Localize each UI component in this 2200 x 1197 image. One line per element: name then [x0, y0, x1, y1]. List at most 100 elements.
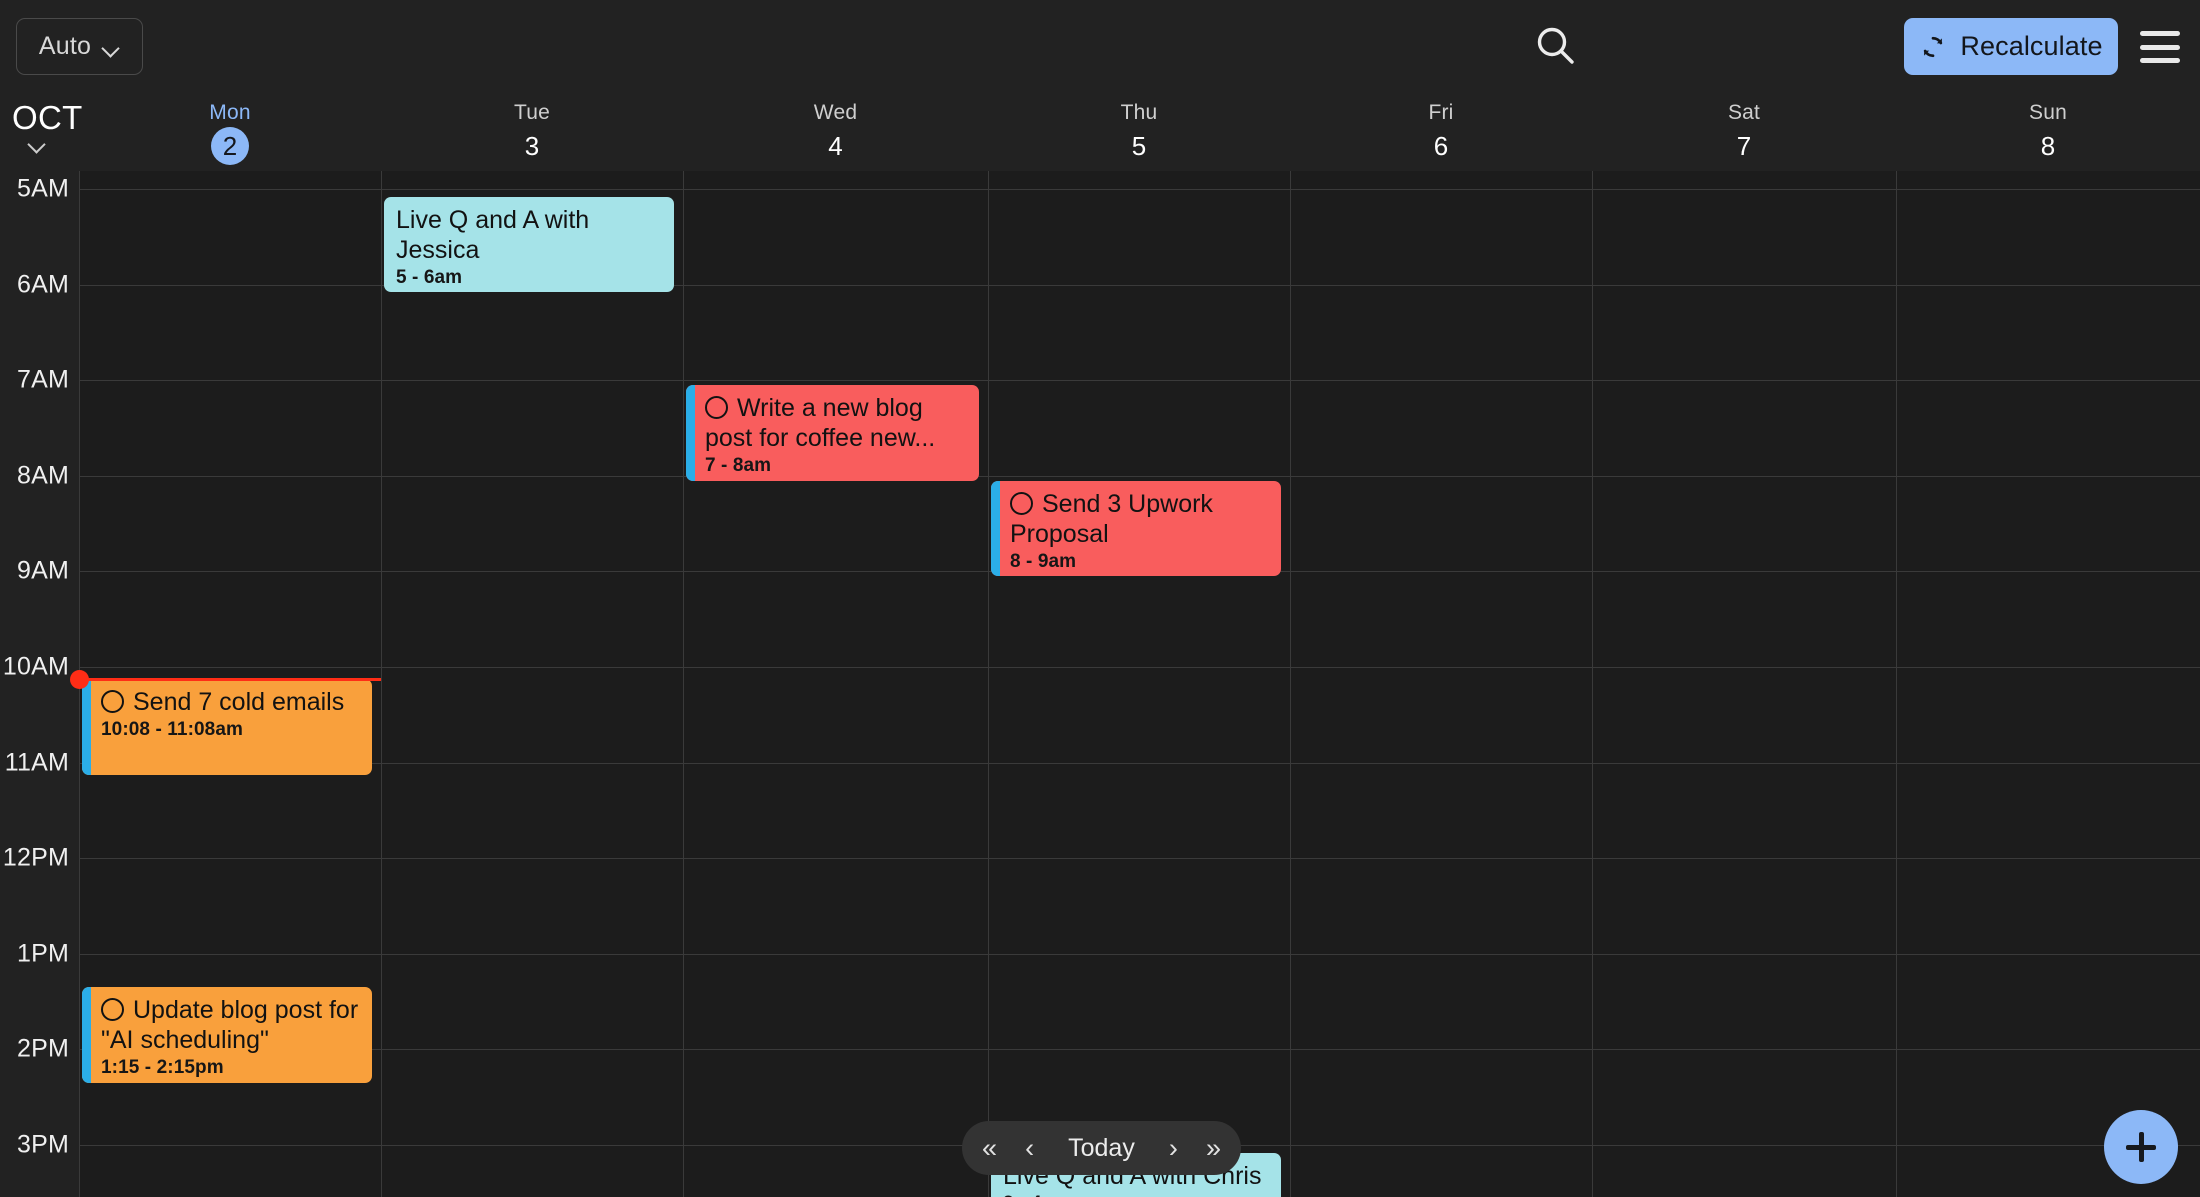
hour-label: 1PM — [16, 939, 69, 968]
task-checkbox-icon[interactable] — [705, 395, 728, 419]
day-column-divider — [381, 171, 382, 1197]
current-time-line — [79, 677, 381, 681]
event-title: Live Q and A with Jessica — [396, 205, 664, 265]
day-header-thu[interactable]: Thu 5 — [988, 94, 1290, 171]
hour-gridline — [79, 189, 2200, 190]
recalculate-label: Recalculate — [1960, 31, 2103, 61]
event-title-text: Write a new blog post for coffee new... — [705, 393, 936, 452]
day-number: 4 — [828, 131, 843, 161]
event-title: Update blog post for "AI scheduling" — [101, 995, 362, 1055]
day-of-week-label: Fri — [1428, 101, 1454, 124]
calendar-event[interactable]: Update blog post for "AI scheduling" 1:15… — [82, 987, 372, 1083]
task-checkbox-icon[interactable] — [101, 690, 124, 714]
task-checkbox-icon[interactable] — [101, 998, 124, 1022]
event-time: 1:15 - 2:15pm — [101, 1057, 224, 1079]
event-accent-bar — [82, 987, 91, 1083]
day-header-row: OCT Mon 2 Tue 3 Wed 4 Thu 5 Fri 6 Sat 7 Sun 8 — [0, 94, 2200, 171]
day-number: 6 — [1433, 131, 1449, 161]
event-title: Send 7 cold emails — [101, 687, 362, 717]
event-accent-bar — [82, 679, 91, 776]
hamburger-line — [2140, 31, 2180, 36]
add-event-button[interactable] — [2104, 1110, 2178, 1184]
day-of-week-label: Sun — [2029, 101, 2067, 124]
day-column-divider — [1896, 171, 1897, 1197]
event-title-text: Send 3 Upwork Proposal — [1010, 489, 1213, 548]
event-title-text: Live Q and A with Jessica — [396, 205, 590, 264]
day-number: 5 — [1131, 131, 1147, 161]
event-time: 3 - 4pm — [1003, 1192, 1271, 1197]
current-time-dot — [70, 669, 89, 689]
refresh-icon — [1924, 36, 1943, 57]
event-time: 10:08 - 11:08am — [101, 719, 243, 741]
day-number: 3 — [524, 131, 540, 161]
day-of-week-label: Tue — [513, 101, 550, 124]
event-title: Send 3 Upwork Proposal — [1010, 489, 1271, 549]
jump-first-button[interactable]: « — [982, 1134, 997, 1162]
chevron-down-icon — [103, 42, 120, 52]
day-column-divider — [1290, 171, 1291, 1197]
hour-gridline — [79, 475, 2200, 477]
auto-mode-label: Auto — [38, 32, 92, 60]
calendar-event[interactable]: Write a new blog post for coffee new... 7… — [686, 384, 979, 481]
hour-label: 8AM — [16, 461, 69, 490]
hour-label: 10AM — [2, 652, 69, 681]
hour-label: 12PM — [2, 843, 69, 872]
event-title-text: Update blog post for "AI scheduling" — [101, 996, 359, 1055]
event-accent-bar — [991, 480, 1000, 577]
jump-last-button[interactable]: » — [1206, 1134, 1221, 1162]
time-gutter: 5AM 6AM 7AM 8AM 9AM 10AM 11AM 12PM 1PM 2PM 3PM — [0, 171, 79, 1197]
calendar-event[interactable]: Live Q and A with Jessica 5 - 6am — [384, 196, 674, 293]
previous-button[interactable]: ‹ — [1025, 1134, 1034, 1162]
hamburger-line — [2140, 58, 2180, 63]
event-title-text: Send 7 cold emails — [133, 688, 345, 717]
day-column-divider — [988, 171, 989, 1197]
task-checkbox-icon[interactable] — [1010, 491, 1033, 515]
top-toolbar: Auto Recalculate — [0, 0, 2200, 94]
hour-label: 11AM — [4, 748, 69, 777]
day-header-fri[interactable]: Fri 6 — [1290, 94, 1592, 171]
hamburger-menu-icon[interactable] — [2140, 31, 2180, 63]
event-title: Write a new blog post for coffee new... — [705, 393, 969, 453]
day-column-divider — [683, 171, 684, 1197]
calendar-navigation: « ‹ Today › » — [962, 1121, 1241, 1175]
day-of-week-label: Wed — [813, 101, 858, 124]
event-time: 5 - 6am — [396, 266, 463, 288]
today-button[interactable]: Today — [1062, 1135, 1141, 1161]
hour-label: 9AM — [16, 556, 69, 585]
hour-gridline — [79, 667, 2200, 668]
day-of-week-label: Thu — [1120, 101, 1158, 124]
hour-gridline — [79, 380, 2200, 382]
hour-gridline — [79, 1049, 2200, 1051]
auto-mode-dropdown[interactable]: Auto — [16, 18, 143, 75]
day-header-tue[interactable]: Tue 3 — [381, 94, 683, 171]
calendar-event[interactable]: Send 7 cold emails 10:08 - 11:08am — [82, 679, 372, 776]
day-header-sun[interactable]: Sun 8 — [1896, 94, 2200, 171]
day-number: 2 — [211, 127, 249, 165]
day-number: 8 — [2040, 131, 2056, 161]
hour-label: 6AM — [16, 270, 69, 299]
search-icon[interactable] — [1532, 22, 1580, 70]
hour-label: 7AM — [16, 365, 69, 394]
day-number: 7 — [1736, 131, 1752, 161]
hour-gridline — [79, 953, 2200, 955]
hour-gridline — [79, 762, 2200, 764]
recalculate-button[interactable]: Recalculate — [1904, 18, 2118, 75]
chevron-down-icon — [30, 138, 46, 148]
day-header-sat[interactable]: Sat 7 — [1592, 94, 1896, 171]
event-accent-bar — [686, 384, 695, 481]
hour-label: 3PM — [16, 1130, 69, 1159]
day-of-week-label: Sat — [1727, 101, 1761, 124]
hour-label: 5AM — [16, 174, 69, 203]
day-column-divider — [1592, 171, 1593, 1197]
day-of-week-label: Mon — [209, 101, 251, 124]
hamburger-line — [2140, 44, 2180, 50]
next-button[interactable]: › — [1169, 1134, 1178, 1162]
event-time: 7 - 8am — [705, 454, 772, 476]
hour-label: 2PM — [16, 1034, 69, 1063]
calendar-grid: 5AM 6AM 7AM 8AM 9AM 10AM 11AM 12PM 1PM 2PM 3PM Liv… — [0, 171, 2200, 1197]
calendar-event[interactable]: Send 3 Upwork Proposal 8 - 9am — [991, 480, 1281, 577]
event-time: 8 - 9am — [1010, 550, 1077, 572]
day-header-mon[interactable]: Mon 2 — [79, 94, 381, 171]
hour-gridline — [79, 858, 2200, 860]
day-header-wed[interactable]: Wed 4 — [683, 94, 988, 171]
